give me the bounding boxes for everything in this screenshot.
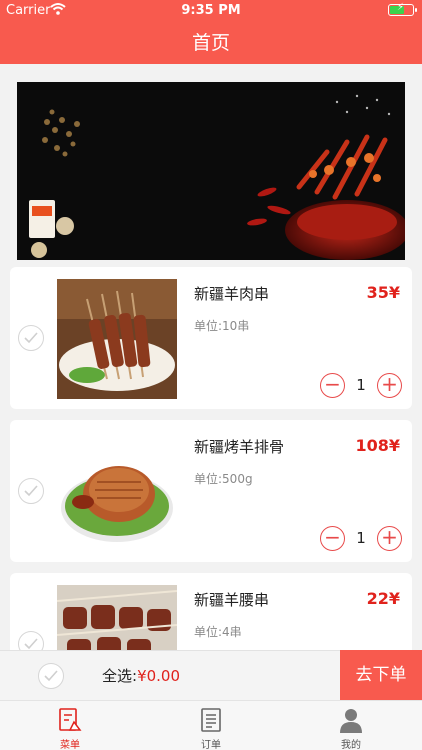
tab-menu[interactable]: 菜单 — [20, 701, 120, 750]
clock: 9:35 PM — [181, 3, 241, 18]
select-checkbox[interactable] — [18, 325, 44, 351]
page-title: 首页 — [191, 32, 230, 54]
product-card: 新疆羊肉串 35¥ 单位:10串 − 1 + — [10, 267, 412, 409]
nav-bar: 首页 — [0, 22, 422, 64]
status-bar: Carrier 9:35 PM ⚡ — [0, 0, 422, 22]
checkout-bar: 全选:¥0.00 去下单 — [0, 650, 422, 701]
quantity-stepper: − 1 + — [320, 373, 402, 399]
product-unit: 单位:500g — [194, 472, 253, 486]
total-summary: 全选:¥0.00 — [102, 665, 180, 686]
product-name: 新疆羊肉串 — [194, 285, 270, 303]
increase-button[interactable]: + — [377, 373, 402, 398]
product-price: 22¥ — [366, 589, 400, 608]
select-all-checkbox[interactable] — [38, 663, 64, 689]
quantity-stepper: − 1 + — [320, 526, 402, 552]
tab-label: 我的 — [341, 740, 361, 750]
tab-orders[interactable]: 订单 — [161, 701, 261, 750]
product-card: 新疆烤羊排骨 108¥ 单位:500g − 1 + — [10, 420, 412, 562]
checkmark-icon — [24, 332, 38, 344]
menu-icon — [56, 706, 84, 734]
tab-label: 订单 — [201, 740, 221, 750]
product-unit: 单位:4串 — [194, 625, 242, 639]
product-image[interactable] — [57, 432, 177, 552]
increase-button[interactable]: + — [377, 526, 402, 551]
product-name: 新疆羊腰串 — [194, 591, 270, 609]
product-price: 35¥ — [366, 283, 400, 302]
promo-banner[interactable] — [17, 82, 405, 260]
checkmark-icon — [24, 638, 38, 650]
product-unit: 单位:10串 — [194, 319, 250, 333]
tab-label: 菜单 — [60, 740, 80, 750]
product-name: 新疆烤羊排骨 — [194, 438, 285, 456]
profile-icon — [337, 706, 365, 734]
checkmark-icon — [24, 485, 38, 497]
select-checkbox[interactable] — [18, 478, 44, 504]
battery-icon: ⚡ — [388, 2, 417, 16]
product-image[interactable] — [57, 279, 177, 399]
checkout-button[interactable]: 去下单 — [340, 650, 422, 701]
select-all-label: 全选: — [102, 667, 138, 685]
checkmark-icon — [44, 670, 58, 682]
tab-bar: 菜单 订单 我的 — [0, 700, 422, 750]
product-price: 108¥ — [355, 436, 400, 455]
tab-profile[interactable]: 我的 — [301, 701, 401, 750]
total-amount: ¥0.00 — [137, 667, 181, 685]
order-icon — [197, 706, 225, 734]
